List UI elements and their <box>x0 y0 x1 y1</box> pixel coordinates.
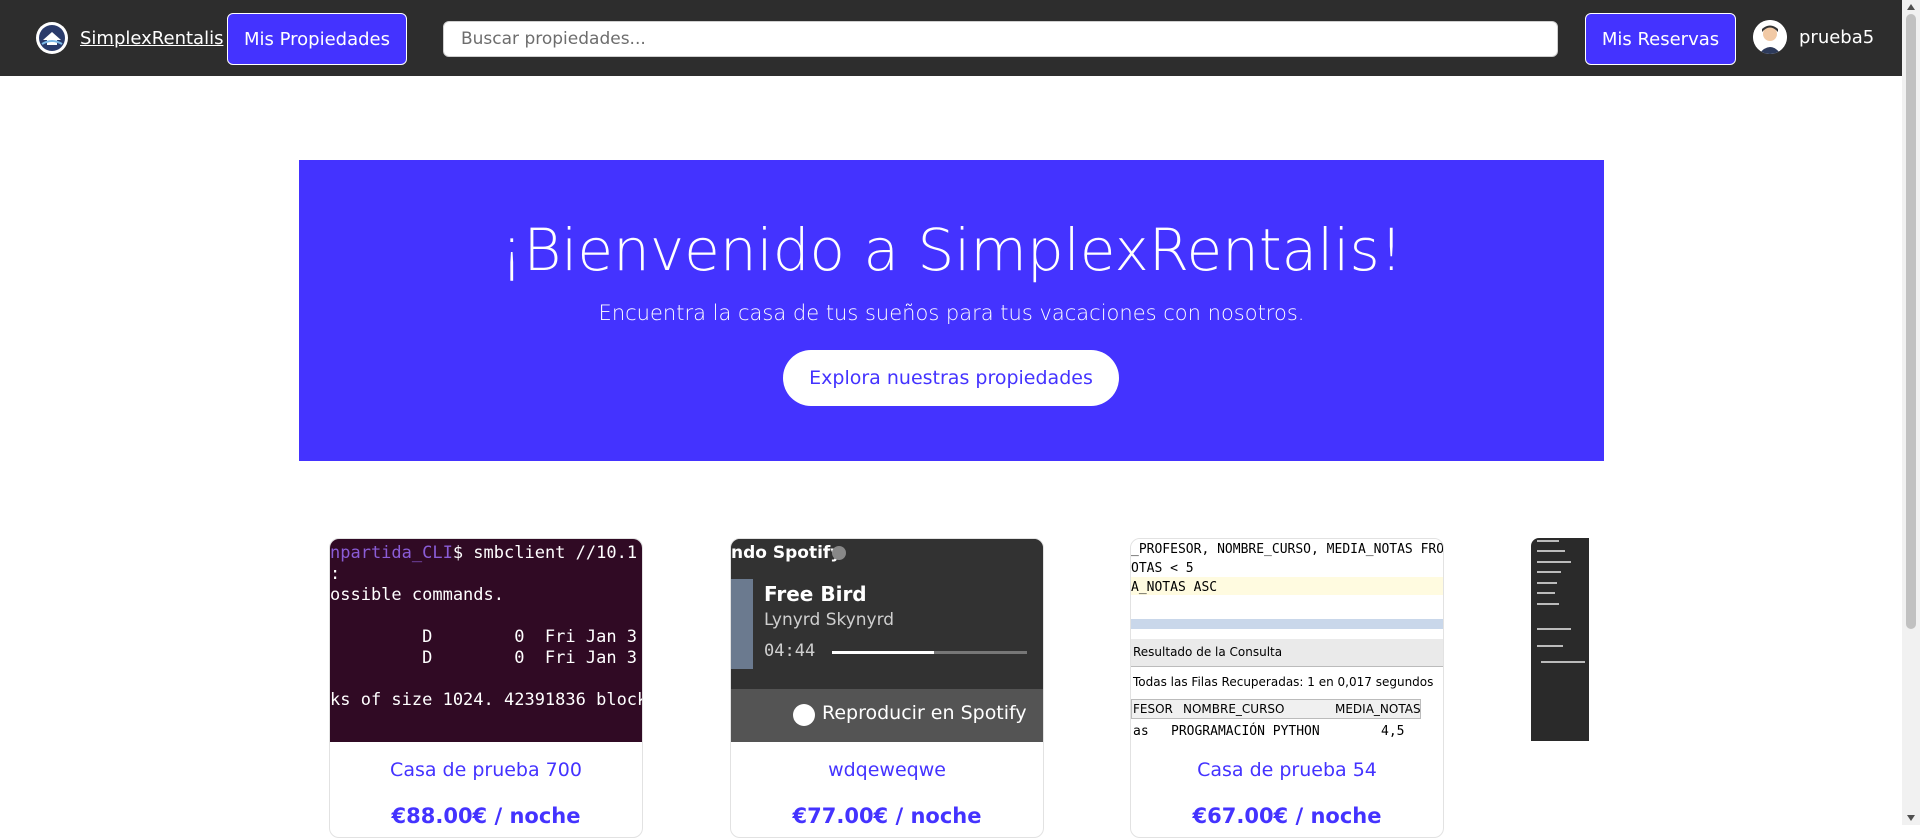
sql-screenshot: _PROFESOR, NOMBRE_CURSO, MEDIA_NOTAS FRO… <box>1131 539 1443 742</box>
property-card-partial[interactable] <box>1531 538 1589 741</box>
property-title[interactable]: Casa de prueba 54 <box>1131 759 1443 781</box>
property-price: €77.00€ / noche <box>792 804 982 828</box>
spotify-screenshot: ndo Spotify Free Bird Lynyrd Skynyrd 04:… <box>731 539 1043 742</box>
property-image[interactable]: npartida_CLI$ smbclient //10.1 : ossible… <box>330 539 642 742</box>
brand-name[interactable]: SimplexRentalis <box>80 28 223 49</box>
navbar: SimplexRentalis Mis Propiedades Mis Rese… <box>0 0 1902 76</box>
user-menu[interactable]: prueba5 <box>1753 20 1874 54</box>
avatar[interactable] <box>1753 20 1787 54</box>
hero-title: ¡Bienvenido a SimplexRentalis! <box>500 216 1403 284</box>
progress-fill <box>832 651 934 654</box>
property-card[interactable]: npartida_CLI$ smbclient //10.1 : ossible… <box>329 538 643 838</box>
spotify-icon <box>793 704 815 726</box>
property-title[interactable]: wdqeweqwe <box>731 759 1043 781</box>
page-scrollbar[interactable] <box>1902 0 1920 825</box>
my-properties-button[interactable]: Mis Propiedades <box>227 13 407 65</box>
house-logo-icon <box>36 22 68 54</box>
property-image <box>1537 540 1585 663</box>
property-price: €88.00€ / noche <box>391 804 581 828</box>
property-title[interactable]: Casa de prueba 700 <box>330 759 642 781</box>
property-image[interactable]: _PROFESOR, NOMBRE_CURSO, MEDIA_NOTAS FRO… <box>1131 539 1443 742</box>
username[interactable]: prueba5 <box>1799 27 1874 48</box>
property-price: €67.00€ / noche <box>1192 804 1382 828</box>
explore-properties-button[interactable]: Explora nuestras propiedades <box>783 350 1119 406</box>
scroll-thumb[interactable] <box>1906 14 1916 629</box>
progress-track <box>832 651 1027 654</box>
hero-subtitle: Encuentra la casa de tus sueños para tus… <box>598 301 1305 325</box>
scroll-up-icon[interactable] <box>1907 4 1915 10</box>
my-bookings-button[interactable]: Mis Reservas <box>1585 13 1736 65</box>
scroll-down-icon[interactable] <box>1907 815 1915 821</box>
search-input[interactable] <box>443 21 1558 57</box>
brand-link[interactable]: SimplexRentalis <box>36 22 223 54</box>
album-art <box>731 579 753 669</box>
property-image[interactable]: ndo Spotify Free Bird Lynyrd Skynyrd 04:… <box>731 539 1043 742</box>
file-list-thumbnail <box>1536 538 1538 678</box>
info-icon <box>832 546 846 560</box>
property-card[interactable]: ndo Spotify Free Bird Lynyrd Skynyrd 04:… <box>730 538 1044 838</box>
property-card[interactable]: _PROFESOR, NOMBRE_CURSO, MEDIA_NOTAS FRO… <box>1130 538 1444 838</box>
terminal-screenshot: npartida_CLI$ smbclient //10.1 : ossible… <box>330 539 642 742</box>
hero-banner: ¡Bienvenido a SimplexRentalis! Encuentra… <box>299 160 1604 461</box>
